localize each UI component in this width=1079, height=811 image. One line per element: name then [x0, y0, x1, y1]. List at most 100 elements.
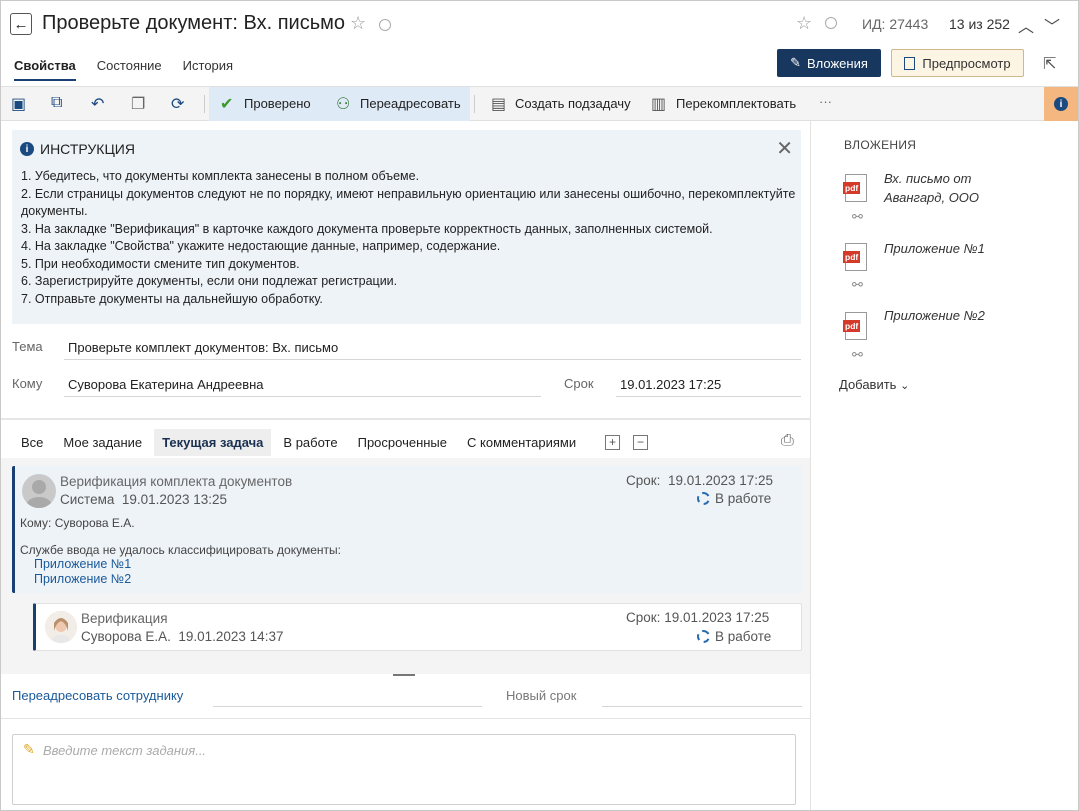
arrow-left-icon: ←: [13, 15, 29, 33]
redirect-employee-input[interactable]: [213, 706, 482, 707]
tab-bar: Свойства Состояние История: [14, 58, 254, 81]
task-filter-bar: Все Мое задание Текущая задача В работе …: [13, 428, 588, 456]
task-author: Суворова Е.А. 19.01.2023 14:37: [81, 629, 284, 644]
refresh-icon[interactable]: ⟳: [171, 94, 184, 114]
in-progress-icon: [697, 492, 710, 505]
create-subtask-button[interactable]: Создать подзадачу: [515, 96, 631, 111]
due-field[interactable]: 19.01.2023 17:25: [616, 377, 801, 397]
info-icon: i: [1054, 97, 1068, 111]
attachment-name[interactable]: Приложение №2: [884, 306, 985, 325]
redirect-employee-link[interactable]: Переадресовать сотруднику: [12, 688, 183, 703]
tab-state[interactable]: Состояние: [97, 58, 162, 81]
attachment-name[interactable]: Вх. письмо от Авангард, ООО: [884, 169, 1004, 207]
instruction-line: 4. На закладке "Свойства" укажите недост…: [21, 239, 501, 253]
filter-my-task[interactable]: Мое задание: [55, 429, 150, 456]
subject-field[interactable]: Проверьте комплект документов: Вх. письм…: [64, 340, 801, 360]
instruction-text: 1. Убедитесь, что документы комплекта за…: [21, 168, 796, 308]
resize-handle[interactable]: [393, 674, 415, 676]
checkmark-icon: ✔: [220, 96, 234, 113]
link-icon[interactable]: ⚯: [852, 347, 863, 363]
save-icon[interactable]: ▣: [11, 94, 26, 114]
preview-button[interactable]: Предпросмотр: [891, 49, 1024, 77]
subject-label: Тема: [12, 339, 43, 354]
flag-circle-icon[interactable]: [825, 17, 837, 29]
filter-current-task[interactable]: Текущая задача: [154, 428, 272, 456]
tab-history[interactable]: История: [183, 58, 233, 81]
filter-all[interactable]: Все: [13, 429, 51, 456]
close-icon[interactable]: ✕: [776, 136, 793, 161]
tab-properties[interactable]: Свойства: [14, 58, 76, 81]
filter-with-comments[interactable]: С комментариями: [459, 429, 584, 456]
attachments-button[interactable]: ✎ Вложения: [777, 49, 881, 77]
due-label: Срок: [564, 376, 594, 391]
save-and-close-icon[interactable]: ⧉: [51, 94, 62, 112]
add-attachment-button[interactable]: Добавить ⌄: [839, 377, 909, 392]
instruction-line: 6. Зарегистрируйте документы, если они п…: [21, 274, 398, 288]
star-icon[interactable]: ☆: [350, 13, 366, 34]
filter-overdue[interactable]: Просроченные: [350, 429, 455, 456]
record-counter: 13 из 252: [949, 16, 1010, 32]
recomplete-button[interactable]: Перекомплектовать: [676, 96, 796, 111]
task-due: Срок: 19.01.2023 17:25: [626, 473, 774, 488]
pdf-file-icon[interactable]: pdf: [843, 243, 867, 271]
preview-icon: [904, 56, 916, 70]
instruction-line: 2. Если страницы документов следуют не п…: [21, 186, 796, 219]
recomplete-icon: ▥: [651, 96, 667, 113]
section-divider: [1, 418, 810, 420]
avatar: [22, 474, 56, 508]
print-icon[interactable]: ⎙: [781, 432, 794, 450]
link-icon[interactable]: ⚯: [852, 277, 863, 293]
pencil-icon: ✎: [23, 741, 35, 757]
chevron-down-icon: ⌄: [900, 380, 910, 392]
favorite-star-icon[interactable]: ☆: [796, 13, 812, 34]
pdf-file-icon[interactable]: pdf: [843, 312, 867, 340]
instruction-line: 1. Убедитесь, что документы комплекта за…: [21, 169, 420, 183]
to-field[interactable]: Суворова Екатерина Андреевна: [64, 377, 541, 397]
undo-icon[interactable]: ↶: [91, 94, 104, 114]
status-circle-icon[interactable]: [379, 19, 391, 31]
subtask-card[interactable]: Верификация Суворова Е.А. 19.01.2023 14:…: [33, 603, 802, 651]
attachment-name[interactable]: Приложение №1: [884, 239, 985, 258]
pdf-file-icon[interactable]: pdf: [843, 174, 867, 202]
instruction-line: 7. Отправьте документы на дальнейшую обр…: [21, 291, 323, 306]
task-text-input[interactable]: ✎ Введите текст задания...: [12, 734, 796, 805]
back-button[interactable]: ←: [10, 13, 32, 35]
instruction-title: ИНСТРУКЦИЯ: [40, 141, 135, 157]
copy-icon[interactable]: ❐: [131, 94, 145, 114]
toolbar-separator: [474, 95, 475, 113]
task-recipient: Кому: Суворова Е.А.: [20, 516, 135, 530]
info-icon: i: [20, 142, 34, 156]
subtask-icon: ▤: [491, 96, 507, 113]
panel-divider: [810, 121, 811, 810]
toolbar-separator: [204, 95, 205, 113]
checked-button[interactable]: Проверено: [244, 96, 311, 111]
expand-all-icon[interactable]: +: [605, 435, 620, 450]
toolbar: ▣ ⧉ ↶ ❐ ⟳ ✔ Проверено ⚇ Переадресовать ▤…: [1, 86, 1078, 121]
task-message: Службе ввода не удалось классифицировать…: [20, 543, 341, 557]
filter-in-progress[interactable]: В работе: [275, 429, 345, 456]
task-card[interactable]: Верификация комплекта документов Система…: [12, 466, 802, 593]
collapse-all-icon[interactable]: −: [633, 435, 648, 450]
redirect-button[interactable]: Переадресовать: [360, 96, 461, 111]
attachment-link-2[interactable]: Приложение №2: [34, 572, 131, 586]
info-panel-button[interactable]: i: [1044, 87, 1078, 121]
new-due-label: Новый срок: [506, 688, 577, 703]
chevron-down-icon[interactable]: ﹀: [1044, 13, 1060, 37]
chevron-up-icon[interactable]: ︿: [1018, 13, 1034, 37]
new-due-input[interactable]: [602, 706, 802, 707]
more-icon[interactable]: ···: [819, 94, 832, 109]
paperclip-icon: ✎: [790, 55, 801, 70]
open-external-icon[interactable]: ⇱: [1043, 54, 1056, 74]
in-progress-icon: [697, 630, 710, 643]
section-divider: [1, 718, 810, 719]
task-title: Верификация комплекта документов: [60, 474, 293, 489]
page-title: Проверьте документ: Вх. письмо: [42, 12, 345, 34]
avatar: [45, 611, 77, 643]
redirect-user-icon: ⚇: [336, 96, 351, 113]
status-badge: В работе: [697, 491, 771, 506]
task-text-placeholder: Введите текст задания...: [43, 743, 207, 758]
attachment-link-1[interactable]: Приложение №1: [34, 557, 131, 571]
instruction-box: i ИНСТРУКЦИЯ ✕ 1. Убедитесь, что докумен…: [12, 130, 801, 324]
instruction-line: 3. На закладке "Верификация" в карточке …: [21, 221, 713, 236]
link-icon[interactable]: ⚯: [852, 209, 863, 225]
